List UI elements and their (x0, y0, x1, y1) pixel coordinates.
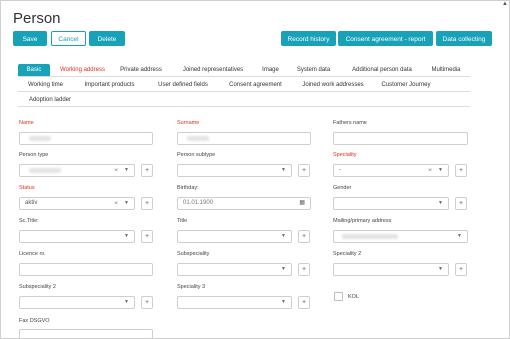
chevron-down-icon[interactable]: ▼ (438, 198, 443, 209)
page-title: Person (13, 10, 61, 27)
calendar-icon[interactable]: ▦ (299, 198, 305, 209)
data-collecting-button[interactable]: Data collecting (436, 31, 492, 46)
tab-customer-journey[interactable]: Customer Journey (376, 79, 436, 91)
tab-user-defined-fields[interactable]: User defined fields (149, 79, 217, 91)
speciality-2-select[interactable]: ▼ (333, 263, 449, 276)
redacted-value (29, 136, 51, 141)
chevron-down-icon[interactable]: ▼ (124, 231, 129, 242)
subspeciality-2-select[interactable]: ▼ (19, 296, 135, 309)
clear-icon[interactable]: × (114, 198, 118, 209)
add-gender-button[interactable]: + (455, 197, 467, 210)
chevron-down-icon[interactable]: ▼ (281, 297, 286, 308)
chevron-down-icon[interactable]: ▼ (438, 165, 443, 176)
tab-divider (18, 76, 470, 77)
chevron-down-icon[interactable]: ▼ (281, 264, 286, 275)
speciality-select[interactable]: - × ▼ (333, 164, 449, 177)
consent-report-button[interactable]: Consent agreement - report (338, 31, 433, 46)
chevron-down-icon[interactable]: ▼ (124, 165, 129, 176)
tab-system-data[interactable]: System data (292, 64, 335, 76)
name-input[interactable] (19, 132, 153, 145)
status-label: Status (19, 185, 35, 191)
tab-image[interactable]: Image (258, 64, 283, 76)
tab-divider (18, 106, 470, 107)
birthday-placeholder: 01.01.1900 (183, 200, 214, 206)
chevron-down-icon[interactable]: ▼ (438, 264, 443, 275)
clear-icon[interactable]: × (114, 165, 118, 176)
chevron-down-icon[interactable]: ▼ (124, 297, 129, 308)
tab-working-address[interactable]: Working address (54, 64, 111, 76)
mailing-address-select[interactable]: ▼ (333, 230, 468, 243)
chevron-down-icon[interactable]: ▼ (124, 198, 129, 209)
tab-joined-representatives[interactable]: Joined representatives (171, 64, 255, 76)
speciality-label: Speciality (333, 152, 357, 158)
gender-select[interactable]: ▼ (333, 197, 449, 210)
speciality-2-label: Speciality 2 (333, 251, 362, 257)
redacted-value (187, 136, 209, 141)
tab-consent-agreement[interactable]: Consent agreement (223, 79, 288, 91)
record-history-button[interactable]: Record history (281, 31, 336, 46)
sc-title-label: Sc.Title: (19, 218, 39, 224)
status-select[interactable]: aktiv × ▼ (19, 197, 135, 210)
kol-checkbox[interactable] (334, 292, 343, 301)
cancel-button[interactable]: Cancel (51, 31, 86, 46)
birthday-input[interactable]: 01.01.1900 ▦ (177, 197, 311, 210)
title-select[interactable]: ▼ (177, 230, 292, 243)
add-subspeciality-2-button[interactable]: + (141, 296, 153, 309)
save-button[interactable]: Save (13, 31, 47, 46)
add-sc-title-button[interactable]: + (141, 230, 153, 243)
speciality-3-select[interactable]: ▼ (177, 296, 292, 309)
tab-important-products[interactable]: Important products (76, 79, 143, 91)
tab-divider (18, 91, 470, 92)
person-subtype-label: Person subtype (177, 152, 216, 158)
delete-button[interactable]: Delete (89, 31, 125, 46)
add-subspeciality-button[interactable]: + (298, 263, 310, 276)
licence-input[interactable] (19, 263, 153, 276)
sc-title-select[interactable]: ▼ (19, 230, 135, 243)
tab-additional-person-data[interactable]: Additional person data (342, 64, 422, 76)
chevron-down-icon[interactable]: ▼ (281, 165, 286, 176)
licence-label: Licence nr. (19, 251, 46, 257)
person-type-select[interactable]: × ▼ (19, 164, 135, 177)
add-person-subtype-button[interactable]: + (298, 164, 310, 177)
add-speciality-button[interactable]: + (455, 164, 467, 177)
speciality-3-label: Speciality 3 (177, 284, 206, 290)
fax-dsgvo-label: Fax DSGVO (19, 318, 50, 324)
tab-joined-work-addresses[interactable]: Joined work addresses (294, 79, 372, 91)
surname-input[interactable] (177, 132, 311, 145)
subspeciality-2-label: Subspeciality 2 (19, 284, 56, 290)
tab-multimedia[interactable]: Multimedia (425, 64, 467, 76)
redacted-value (29, 168, 61, 173)
tab-working-time[interactable]: Working time (22, 79, 69, 91)
name-label: Name (19, 120, 34, 126)
speciality-value: - (339, 167, 341, 173)
subspeciality-label: Subspeciality (177, 251, 210, 257)
clear-icon[interactable]: × (428, 165, 432, 176)
redacted-value (342, 234, 398, 239)
kol-label: KOL (348, 294, 360, 300)
mailing-address-label: Mailing/primary address (333, 218, 392, 224)
fax-dsgvo-input[interactable] (19, 329, 153, 339)
tab-adoption-ladder[interactable]: Adoption ladder (22, 94, 78, 106)
chevron-down-icon[interactable]: ▼ (457, 231, 462, 242)
add-person-type-button[interactable]: + (141, 164, 153, 177)
gender-label: Gender (333, 185, 352, 191)
fathers-name-label: Fathers name (333, 120, 367, 126)
add-title-button[interactable]: + (298, 230, 310, 243)
surname-label: Surname (177, 120, 200, 126)
add-speciality-2-button[interactable]: + (455, 263, 467, 276)
tab-private-address[interactable]: Private address (115, 64, 167, 76)
subspeciality-select[interactable]: ▼ (177, 263, 292, 276)
add-status-button[interactable]: + (141, 197, 153, 210)
title-label: Title (177, 218, 188, 224)
person-type-label: Person type (19, 152, 49, 158)
fathers-name-input[interactable] (333, 132, 468, 145)
scroll-up-icon[interactable]: ▲ (502, 1, 508, 7)
person-subtype-select[interactable]: ▼ (177, 164, 292, 177)
chevron-down-icon[interactable]: ▼ (281, 231, 286, 242)
tab-basic[interactable]: Basic (18, 64, 50, 76)
birthday-label: Birthday: (177, 185, 199, 191)
add-speciality-3-button[interactable]: + (298, 296, 310, 309)
status-value: aktiv (25, 200, 38, 206)
